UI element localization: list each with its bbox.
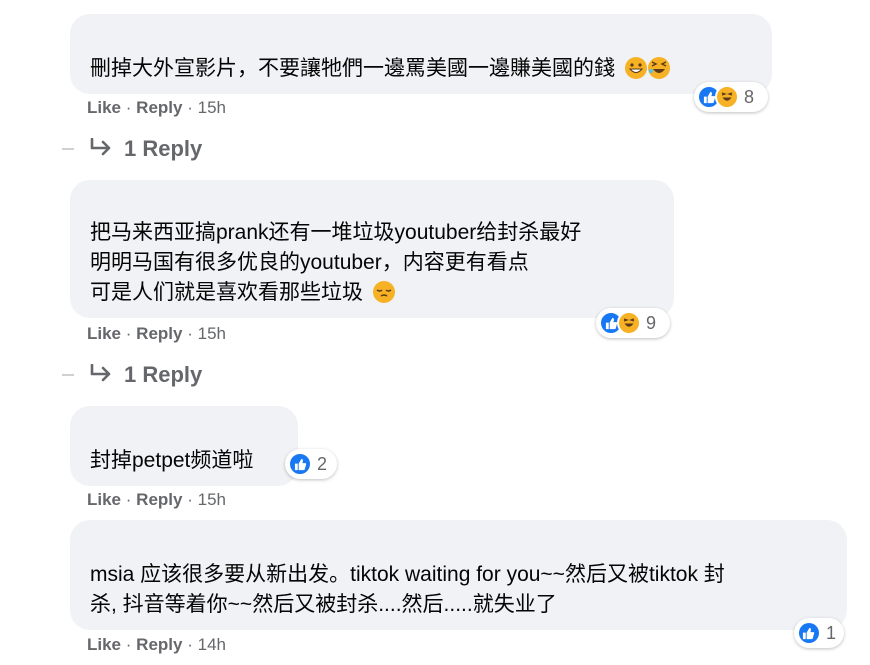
comment-text: 把马来西亚搞prank还有一堆垃圾youtuber给封杀最好 [90,221,582,244]
timestamp[interactable]: 15h [198,98,226,117]
reply-link[interactable]: Reply [136,98,182,117]
reaction-count: 9 [646,312,657,333]
like-link[interactable]: Like [87,98,121,117]
separator-dot: · [125,98,132,117]
timestamp[interactable]: 14h [198,635,226,654]
reaction-count: 1 [825,622,836,643]
like-link[interactable]: Like [87,324,121,343]
reaction-count: 8 [744,86,755,107]
comment-actions-4: Like · Reply · 14h [87,635,226,655]
separator-dot: · [187,324,193,343]
comment-actions-2: Like · Reply · 15h [87,324,226,344]
reply-link[interactable]: Reply [136,324,182,343]
like-link[interactable]: Like [87,490,121,509]
separator-dot: · [125,324,132,343]
haha-reaction-icon [617,311,641,335]
view-replies-1[interactable]: 1 Reply [62,135,202,163]
reaction-count: 2 [317,453,328,474]
comment-bubble-2: 把马来西亚搞prank还有一堆垃圾youtuber给封杀最好 明明马国有很多优良… [70,180,674,318]
thread-connector [62,148,74,150]
reply-link[interactable]: Reply [136,490,182,509]
comment-bubble-1: 刪掉大外宣影片，不要讓牠們一邊罵美國一邊賺美國的錢 [70,14,772,94]
comment-text: 杀, 抖音等着你~~然后又被封杀....然后.....就失业了 [90,593,557,616]
comment-text-line: 刪掉大外宣影片，不要讓牠們一邊罵美國一邊賺美國的錢 [90,54,752,84]
comment-bubble-4: msia 应该很多要从新出发。tiktok waiting for you~~然… [70,520,847,630]
reaction-summary-1[interactable]: 8 [694,82,768,112]
separator-dot: · [187,635,193,654]
comment-text: msia 应该很多要从新出发。tiktok waiting for you~~然… [90,563,725,586]
comment-actions-3: Like · Reply · 15h [87,490,226,510]
reaction-summary-2[interactable]: 9 [596,308,670,338]
view-replies-2[interactable]: 1 Reply [62,361,202,389]
like-link[interactable]: Like [87,635,121,654]
like-reaction-icon [288,452,312,476]
thread-connector [62,374,74,376]
separator-dot: · [187,490,193,509]
comment-bubble-3: 封掉petpet频道啦 [70,406,298,486]
view-replies-label: 1 Reply [124,136,203,161]
reply-arrow-icon [90,136,112,162]
comment-text-line: 可是人们就是喜欢看那些垃圾 [90,278,654,308]
comment-text: 封掉petpet频道啦 [90,449,254,472]
reply-link[interactable]: Reply [136,635,182,654]
timestamp[interactable]: 15h [198,490,226,509]
pensive-emoji-icon [372,281,395,303]
timestamp[interactable]: 15h [198,324,226,343]
laughing-emoji-icon [647,57,670,79]
haha-reaction-icon [715,85,739,109]
separator-dot: · [187,98,193,117]
reaction-summary-4[interactable]: 1 [794,618,844,648]
comment-text: 可是人们就是喜欢看那些垃圾 [90,281,363,304]
like-reaction-icon [797,621,821,645]
view-replies-label: 1 Reply [124,362,203,387]
grinning-emoji-icon [624,57,647,79]
comment-actions-1: Like · Reply · 15h [87,98,226,118]
reply-arrow-icon [90,362,112,388]
separator-dot: · [125,635,132,654]
comment-text: 刪掉大外宣影片，不要讓牠們一邊罵美國一邊賺美國的錢 [90,57,615,80]
reaction-summary-3[interactable]: 2 [285,449,337,479]
separator-dot: · [125,490,132,509]
comment-text: 明明马国有很多优良的youtuber，内容更有看点 [90,251,529,274]
